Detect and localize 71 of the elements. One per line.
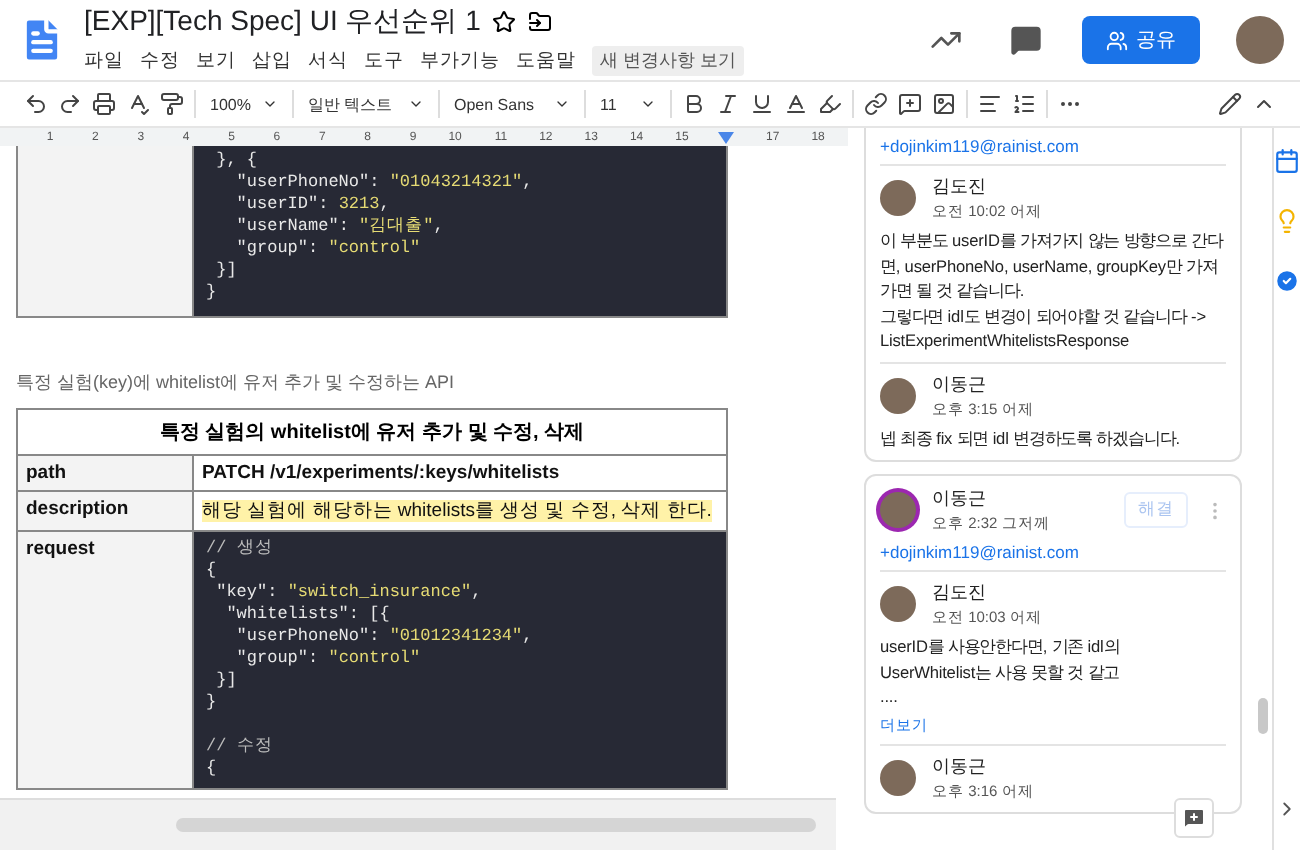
mention-link[interactable]: +dojinkim119@rainist.com <box>880 136 1226 156</box>
add-comment-button[interactable] <box>1174 798 1214 838</box>
text-color-icon[interactable] <box>784 92 808 116</box>
star-icon[interactable] <box>492 10 517 34</box>
scrollbar-thumb[interactable] <box>176 818 816 832</box>
link-icon[interactable] <box>864 92 888 116</box>
caption: 특정 실험(key)에 whitelist에 유저 추가 및 수정하는 API <box>16 370 457 396</box>
paint-format-icon[interactable] <box>160 92 184 116</box>
menu-item[interactable]: 도움말 <box>516 48 576 74</box>
add-comment-icon[interactable] <box>898 92 922 116</box>
share-button[interactable]: 공유 <box>1082 16 1200 64</box>
comment-author: 김도진 <box>932 580 988 606</box>
comment-author: 김도진 <box>932 174 988 200</box>
font-size-dropdown[interactable]: 11 <box>596 95 660 113</box>
redo-icon[interactable] <box>58 92 82 116</box>
caret-icon <box>262 96 278 112</box>
image-icon[interactable] <box>932 92 956 116</box>
menu-item[interactable]: 파일 <box>84 48 124 74</box>
underline-icon[interactable] <box>750 92 774 116</box>
scrollbar-thumb[interactable] <box>1258 698 1268 734</box>
avatar <box>880 377 916 413</box>
comment-author: 이동근 <box>932 371 988 397</box>
pencil-icon[interactable] <box>1218 92 1242 116</box>
align-icon[interactable] <box>978 92 1002 116</box>
account-avatar[interactable] <box>1236 16 1284 64</box>
comment-text: userID를 사용안한다면, 기존 idl의 UserWhitelist는 사용 못할 것 같고 .... <box>880 634 1122 709</box>
comment-author: 이동근 <box>932 753 988 779</box>
menu-item[interactable]: 서식 <box>308 48 348 74</box>
line-spacing-icon[interactable] <box>1012 92 1036 116</box>
document-title[interactable]: [EXP][Tech Spec] UI 우선순위 1 <box>84 4 481 40</box>
font-dropdown[interactable]: Open Sans <box>450 95 574 113</box>
style-dropdown[interactable]: 일반 텍스트 <box>304 93 428 115</box>
caret-icon <box>640 96 656 112</box>
menu-item[interactable]: 도구 <box>364 48 404 74</box>
zoom-dropdown[interactable]: 100% <box>206 95 282 113</box>
menu-item[interactable]: 보기 <box>196 48 236 74</box>
avatar <box>880 759 916 795</box>
table-label: request <box>18 530 194 788</box>
tasks-icon[interactable] <box>1274 268 1300 294</box>
mention-link[interactable]: +dojinkim119@rainist.com <box>880 542 1226 562</box>
table-title: 특정 실험의 whitelist에 유저 추가 및 수정, 삭제 <box>157 420 587 448</box>
caret-icon <box>408 96 424 112</box>
folder-icon[interactable] <box>528 10 553 34</box>
code-block: }, { "userPhoneNo": "01043214321", "userID": 3213, "userName": "김대출", "group": "control" }] } <box>194 146 726 316</box>
spellcheck-icon[interactable] <box>126 92 150 116</box>
highlighter-icon[interactable] <box>818 92 842 116</box>
avatar <box>880 180 916 216</box>
avatar <box>880 586 916 622</box>
table-cell: PATCH /v1/experiments/:keys/whitelists <box>194 454 726 490</box>
indent-marker-icon[interactable] <box>718 131 734 143</box>
table-cell: 해당 실험에 해당하는 whitelists를 생성 및 수정, 삭제 한다. <box>202 500 712 522</box>
bold-icon[interactable] <box>682 92 706 116</box>
italic-icon[interactable] <box>716 92 740 116</box>
add-comment-icon <box>1182 806 1206 830</box>
menu-item[interactable]: 부가기능 <box>420 48 500 74</box>
avatar <box>880 492 916 528</box>
table-label: description <box>18 490 194 530</box>
table-label: path <box>18 454 194 490</box>
undo-icon[interactable] <box>24 92 48 116</box>
caret-icon <box>554 96 570 112</box>
code-block: // 생성 { "key": "switch_insurance", "whitelists": [{ "userPhoneNo": "01012341234", "group": "control" }] } // 수정 { <box>194 530 726 788</box>
calendar-icon[interactable] <box>1274 148 1300 174</box>
changes-link[interactable]: 새 변경사항 보기 <box>592 46 745 76</box>
people-icon <box>1106 29 1128 51</box>
menu-item[interactable]: 수정 <box>140 48 180 74</box>
comment-author: 이동근 <box>932 486 988 512</box>
print-icon[interactable] <box>92 92 116 116</box>
comment-icon[interactable] <box>1010 24 1042 56</box>
comment-text: 넵 최종 fix 되면 idl 변경하도록 하겠습니다. <box>880 425 1182 450</box>
menu-item[interactable]: 삽입 <box>252 48 292 74</box>
comment-text: 이 부분도 userID를 가져가지 않는 방향으로 간다면, userPhoneNo, userName, groupKey만 가져가면 될 것 같습니다. 그렇다면 idl도 변경이 되어야할 것 같습니다 -> ListExperimentWhitelistsResponse <box>880 228 1226 353</box>
